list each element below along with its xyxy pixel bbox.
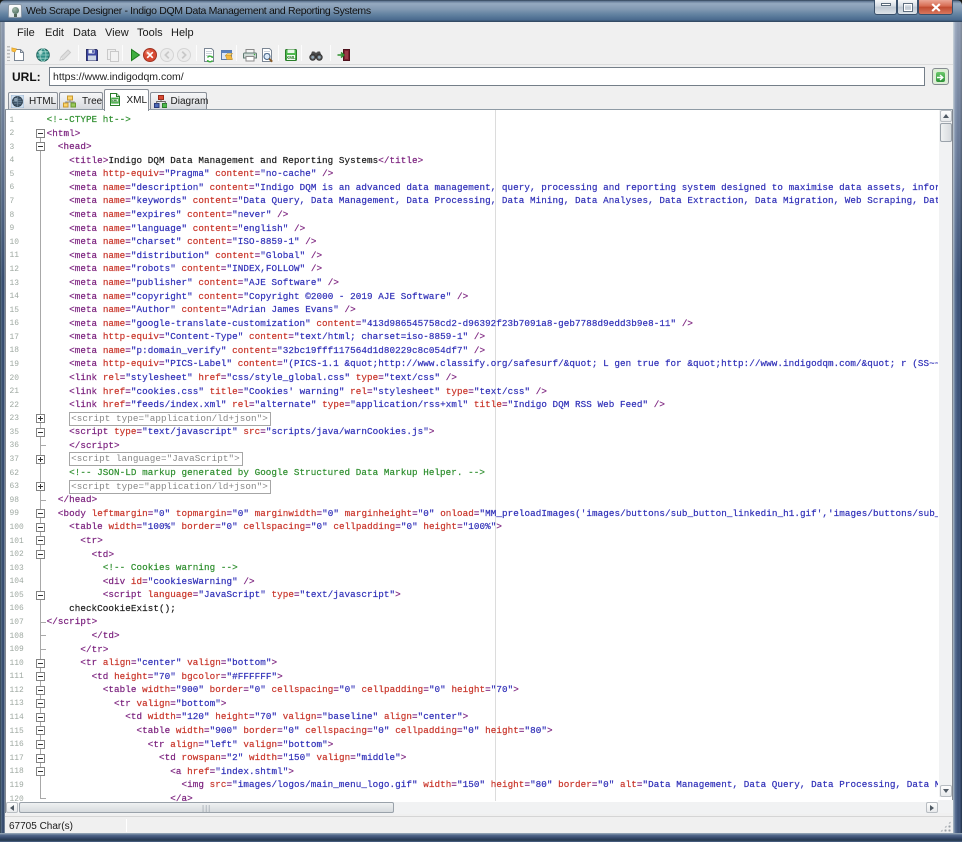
svg-text:XML: XML [112, 99, 118, 103]
svg-text:XML: XML [286, 55, 296, 60]
